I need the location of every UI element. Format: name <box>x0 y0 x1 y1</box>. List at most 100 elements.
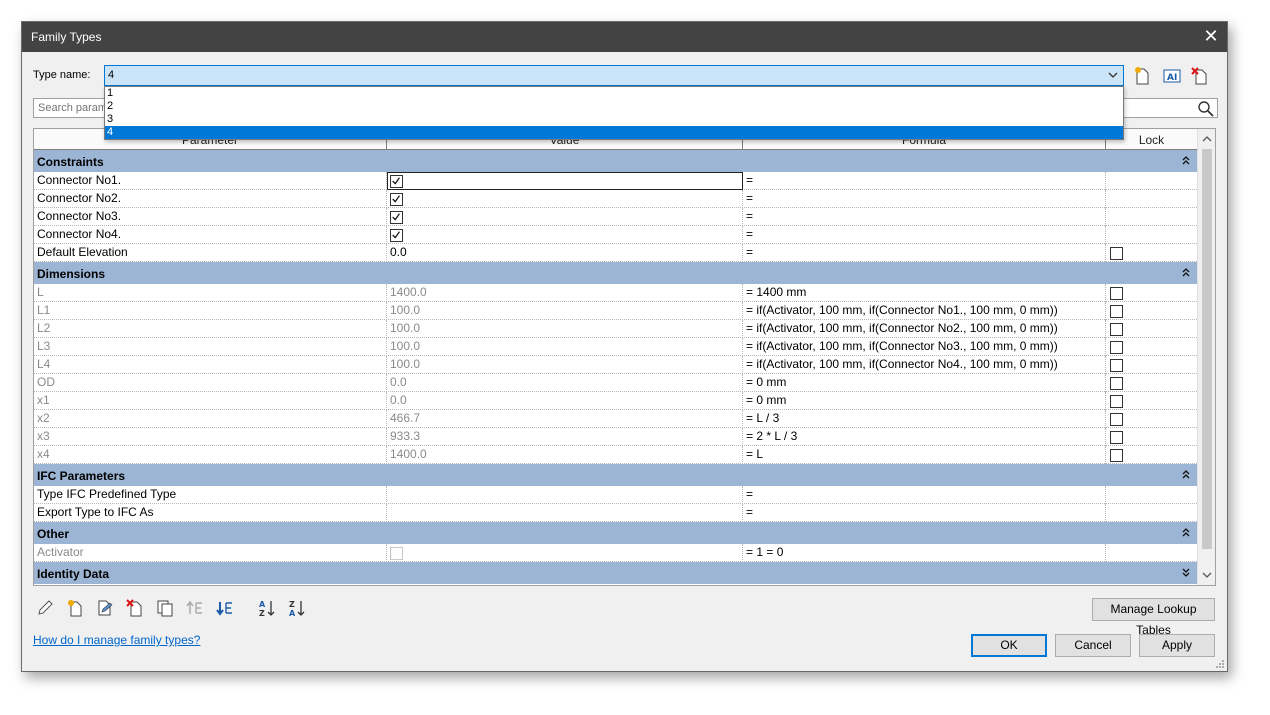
lock-checkbox[interactable] <box>1110 341 1123 354</box>
type-name-dropdown-list[interactable]: 1 2 3 4 <box>104 86 1124 140</box>
value-cell[interactable]: 100.0 <box>387 320 743 338</box>
parameter-row[interactable]: L4 100.0 = if(Activator, 100 mm, if(Conn… <box>34 356 1197 374</box>
formula-cell[interactable]: = <box>743 172 1106 190</box>
value-cell[interactable] <box>387 544 743 562</box>
collapse-icon[interactable] <box>1181 266 1191 278</box>
group-header[interactable]: IFC Parameters <box>34 464 1197 486</box>
value-cell[interactable]: 933.3 <box>387 428 743 446</box>
ok-button[interactable]: OK <box>971 634 1047 657</box>
move-up-icon[interactable] <box>185 598 205 618</box>
formula-cell[interactable]: = <box>743 190 1106 208</box>
value-checkbox[interactable] <box>390 547 403 560</box>
value-cell[interactable] <box>387 190 743 208</box>
formula-cell[interactable]: = <box>743 486 1106 504</box>
value-cell[interactable]: 100.0 <box>387 302 743 320</box>
delete-parameter-icon[interactable] <box>125 598 145 618</box>
lock-checkbox[interactable] <box>1110 377 1123 390</box>
lock-checkbox[interactable] <box>1110 323 1123 336</box>
title-bar[interactable]: Family Types ✕ <box>22 22 1227 52</box>
lock-checkbox[interactable] <box>1110 449 1123 462</box>
pencil-icon[interactable] <box>35 598 55 618</box>
search-icon[interactable] <box>1197 100 1215 117</box>
formula-cell[interactable]: = 1 = 0 <box>743 544 1106 562</box>
parameter-row[interactable]: x4 1400.0 = L <box>34 446 1197 464</box>
value-checkbox[interactable] <box>390 211 403 224</box>
formula-cell[interactable]: = <box>743 226 1106 244</box>
manage-lookup-tables-button[interactable]: Manage Lookup Tables <box>1092 598 1215 637</box>
lock-checkbox[interactable] <box>1110 247 1123 260</box>
lock-checkbox[interactable] <box>1110 359 1123 372</box>
lock-checkbox[interactable] <box>1110 305 1123 318</box>
copy-icon[interactable] <box>155 598 175 618</box>
lock-checkbox[interactable] <box>1110 395 1123 408</box>
parameter-row[interactable]: L 1400.0 = 1400 mm <box>34 284 1197 302</box>
scroll-up-icon[interactable] <box>1201 133 1213 145</box>
type-name-combobox[interactable]: 4 <box>104 65 1124 86</box>
value-cell[interactable]: 1400.0 <box>387 284 743 302</box>
edit-parameter-icon[interactable] <box>95 598 115 618</box>
formula-cell[interactable]: = if(Activator, 100 mm, if(Connector No4… <box>743 356 1106 374</box>
formula-cell[interactable]: = 0 mm <box>743 374 1106 392</box>
resize-grip-icon[interactable] <box>1215 659 1225 669</box>
formula-cell[interactable]: = L <box>743 446 1106 464</box>
formula-cell[interactable]: = if(Activator, 100 mm, if(Connector No2… <box>743 320 1106 338</box>
parameter-row[interactable]: L3 100.0 = if(Activator, 100 mm, if(Conn… <box>34 338 1197 356</box>
move-down-icon[interactable] <box>215 598 235 618</box>
formula-cell[interactable]: = 2 * L / 3 <box>743 428 1106 446</box>
parameter-row[interactable]: L2 100.0 = if(Activator, 100 mm, if(Conn… <box>34 320 1197 338</box>
type-option-selected[interactable]: 4 <box>105 126 1123 139</box>
expand-icon[interactable] <box>1181 566 1191 578</box>
parameter-row[interactable]: Connector No4. = <box>34 226 1197 244</box>
value-cell[interactable]: 0.0 <box>387 374 743 392</box>
collapse-icon[interactable] <box>1181 154 1191 166</box>
parameter-row[interactable]: Activator = 1 = 0 <box>34 544 1197 562</box>
cancel-button[interactable]: Cancel <box>1055 634 1131 657</box>
formula-cell[interactable]: = if(Activator, 100 mm, if(Connector No3… <box>743 338 1106 356</box>
delete-type-icon[interactable] <box>1190 66 1210 86</box>
value-cell[interactable] <box>387 226 743 244</box>
type-option[interactable]: 2 <box>105 100 1123 113</box>
value-checkbox[interactable] <box>390 229 403 242</box>
parameter-row[interactable]: x3 933.3 = 2 * L / 3 <box>34 428 1197 446</box>
value-cell[interactable]: 0.0 <box>387 392 743 410</box>
group-header[interactable]: Other <box>34 522 1197 544</box>
scrollbar-thumb[interactable] <box>1202 149 1212 549</box>
value-checkbox[interactable] <box>390 175 403 188</box>
apply-button[interactable]: Apply <box>1139 634 1215 657</box>
parameter-row[interactable]: Default Elevation 0.0 = <box>34 244 1197 262</box>
formula-cell[interactable]: = 0 mm <box>743 392 1106 410</box>
formula-cell[interactable]: = <box>743 208 1106 226</box>
formula-cell[interactable]: = if(Activator, 100 mm, if(Connector No1… <box>743 302 1106 320</box>
scroll-down-icon[interactable] <box>1201 569 1213 581</box>
lock-checkbox[interactable] <box>1110 413 1123 426</box>
group-header[interactable]: Dimensions <box>34 262 1197 284</box>
parameter-row[interactable]: Export Type to IFC As = <box>34 504 1197 522</box>
parameter-row[interactable]: x2 466.7 = L / 3 <box>34 410 1197 428</box>
lock-checkbox[interactable] <box>1110 431 1123 444</box>
value-cell[interactable] <box>387 208 743 226</box>
value-cell[interactable] <box>387 504 743 522</box>
value-checkbox[interactable] <box>390 193 403 206</box>
parameter-row[interactable]: Type IFC Predefined Type = <box>34 486 1197 504</box>
sort-ascending-icon[interactable]: A Z <box>257 598 277 618</box>
sort-descending-icon[interactable]: Z A <box>287 598 307 618</box>
parameter-row[interactable]: OD 0.0 = 0 mm <box>34 374 1197 392</box>
value-cell[interactable]: 100.0 <box>387 356 743 374</box>
help-link[interactable]: How do I manage family types? <box>33 633 200 647</box>
parameter-row[interactable]: Connector No3. = <box>34 208 1197 226</box>
formula-cell[interactable]: = 1400 mm <box>743 284 1106 302</box>
new-type-icon[interactable] <box>1132 66 1152 86</box>
group-header[interactable]: Identity Data <box>34 562 1197 584</box>
value-cell[interactable] <box>387 486 743 504</box>
group-header[interactable]: Constraints <box>34 150 1197 172</box>
chevron-down-icon[interactable] <box>1107 68 1119 82</box>
parameter-row[interactable]: Connector No1. = <box>34 172 1197 190</box>
rename-type-icon[interactable]: AI <box>1162 66 1182 86</box>
close-icon[interactable]: ✕ <box>1195 22 1227 52</box>
lock-checkbox[interactable] <box>1110 287 1123 300</box>
type-option[interactable]: 1 <box>105 87 1123 100</box>
type-option[interactable]: 3 <box>105 113 1123 126</box>
value-cell[interactable] <box>387 172 743 190</box>
value-cell[interactable]: 466.7 <box>387 410 743 428</box>
collapse-icon[interactable] <box>1181 468 1191 480</box>
